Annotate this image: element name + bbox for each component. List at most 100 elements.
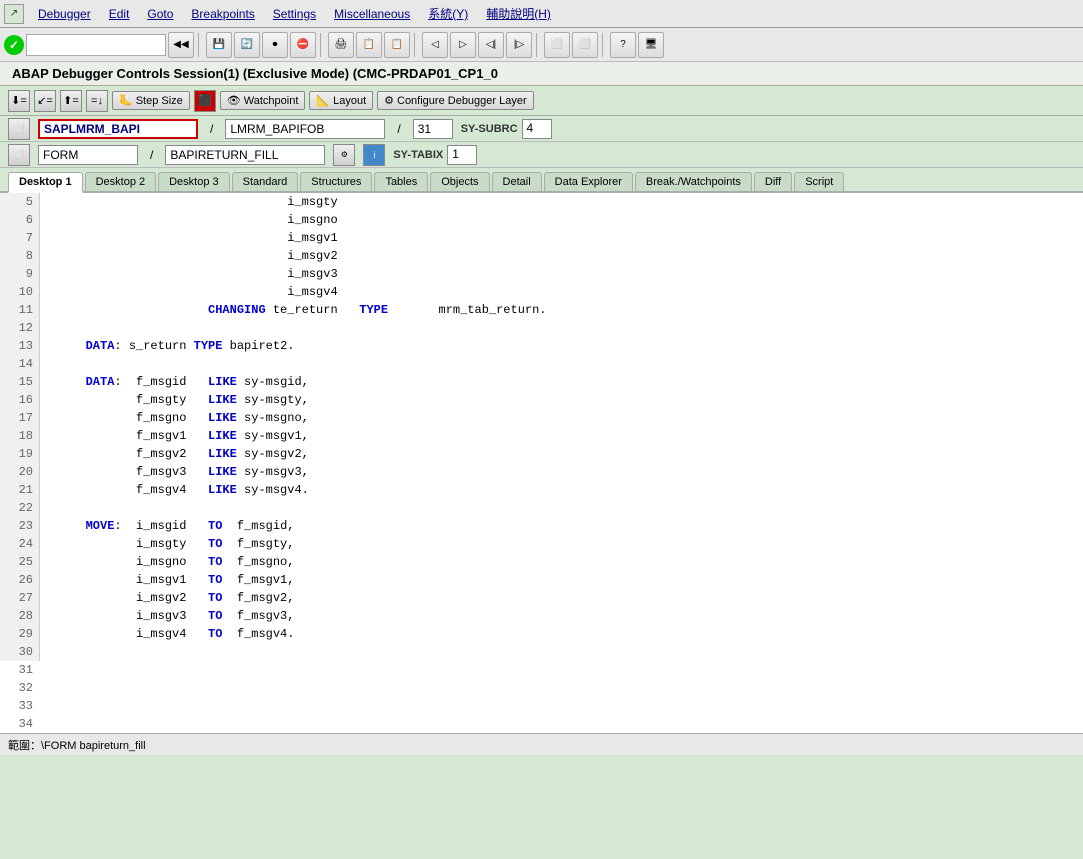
nav-btn4[interactable]: |▷ — [506, 32, 532, 58]
code-line-20: f_msgv3 LIKE sy-msgv3, — [48, 463, 1075, 481]
window-btn1[interactable]: ⬜ — [544, 32, 570, 58]
status-ok-icon: ✓ — [4, 35, 24, 55]
window-btn2[interactable]: ⬜ — [572, 32, 598, 58]
code-line-21: f_msgv4 LIKE sy-msgv4. — [48, 481, 1075, 499]
code-container: 1234567891011121314151617181920212223242… — [0, 193, 1083, 733]
program-field[interactable] — [38, 119, 198, 139]
menu-help[interactable]: 輔助說明(H) — [478, 3, 559, 24]
tab-detail[interactable]: Detail — [492, 172, 542, 191]
code-line-30 — [48, 643, 1075, 661]
code-line-9: i_msgv3 — [48, 265, 1075, 283]
tab-breakpoints[interactable]: Break./Watchpoints — [635, 172, 752, 191]
step-btn3[interactable]: ⬆= — [60, 90, 82, 112]
back-btn[interactable]: ◀◀ — [168, 32, 194, 58]
menu-breakpoints[interactable]: Breakpoints — [183, 5, 262, 23]
tab-structures[interactable]: Structures — [300, 172, 372, 191]
module-field[interactable] — [225, 119, 385, 139]
separator3 — [414, 33, 418, 57]
nav-btn1[interactable]: ◁ — [422, 32, 448, 58]
watchpoint-icon: 👁 — [227, 94, 241, 107]
tab-diff[interactable]: Diff — [754, 172, 792, 191]
code-line-22 — [48, 499, 1075, 517]
tab-objects[interactable]: Objects — [430, 172, 489, 191]
sy-tabix-field: SY-TABIX 1 — [393, 145, 477, 165]
tab-desktop2[interactable]: Desktop 2 — [85, 172, 157, 191]
stop-debug-btn[interactable]: ⬛ — [194, 90, 216, 112]
field-row-2: ⬜ / ⚙ i SY-TABIX 1 — [0, 142, 1083, 168]
tab-data-explorer[interactable]: Data Explorer — [544, 172, 633, 191]
menu-bar: ↗ Debugger Edit Goto Breakpoints Setting… — [0, 0, 1083, 28]
code-line-24: i_msgty TO f_msgty, — [48, 535, 1075, 553]
configure-btn[interactable]: ⚙ Configure Debugger Layer — [377, 91, 534, 110]
line-numbers: 1234567891011121314151617181920212223242… — [0, 193, 40, 661]
code-line-17: f_msgno LIKE sy-msgno, — [48, 409, 1075, 427]
sy-tabix-value: 1 — [447, 145, 477, 165]
code-line-12 — [48, 319, 1075, 337]
layout-label: Layout — [333, 95, 366, 107]
line-field[interactable] — [413, 119, 453, 139]
code-line-10: i_msgv4 — [48, 283, 1075, 301]
menu-system[interactable]: 系統(Y) — [420, 3, 476, 24]
code-line-13: DATA: s_return TYPE bapiret2. — [48, 337, 1075, 355]
save-btn[interactable]: 💾 — [206, 32, 232, 58]
code-line-27: i_msgv2 TO f_msgv2, — [48, 589, 1075, 607]
code-area[interactable]: 1234567891011121314151617181920212223242… — [0, 193, 1083, 733]
watchpoint-btn[interactable]: 👁 Watchpoint — [220, 91, 306, 110]
debug-toolbar: ⬇= ↙= ⬆= =↓ 🦶 Step Size ⬛ 👁 Watchpoint 📐… — [0, 86, 1083, 116]
code-line-25: i_msgno TO f_msgno, — [48, 553, 1075, 571]
session-header: ABAP Debugger Controls Session(1) (Exclu… — [0, 62, 1083, 86]
print-btn[interactable]: 🖨 — [328, 32, 354, 58]
step-btn4[interactable]: =↓ — [86, 90, 108, 112]
tab-tables[interactable]: Tables — [374, 172, 428, 191]
refresh-btn2[interactable]: ⏺ — [262, 32, 288, 58]
form-btn[interactable]: ⚙ — [333, 144, 355, 166]
sy-subrc-value: 4 — [522, 119, 552, 139]
nav-btn2[interactable]: ▷ — [450, 32, 476, 58]
field-icon1[interactable]: ⬜ — [8, 118, 30, 140]
code-line-23: MOVE: i_msgid TO f_msgid, — [48, 517, 1075, 535]
tab-desktop1[interactable]: Desktop 1 — [8, 172, 83, 193]
separator4 — [536, 33, 540, 57]
field-icon2[interactable]: ⬜ — [8, 144, 30, 166]
status-bar: 範圍：\FORM bapireturn_fill — [0, 733, 1083, 755]
layout-icon: 📐 — [316, 94, 330, 107]
step-size-icon: 🦶 — [119, 94, 133, 107]
step-size-btn[interactable]: 🦶 Step Size — [112, 91, 190, 110]
type-field[interactable] — [38, 145, 138, 165]
menu-edit[interactable]: Edit — [101, 5, 138, 23]
code-line-29: i_msgv4 TO f_msgv4. — [48, 625, 1075, 643]
nav-btn3[interactable]: ◁| — [478, 32, 504, 58]
stop-btn[interactable]: ⛔ — [290, 32, 316, 58]
copy-btn1[interactable]: 📋 — [356, 32, 382, 58]
menu-goto[interactable]: Goto — [139, 5, 181, 23]
info-btn[interactable]: i — [363, 144, 385, 166]
help-btn[interactable]: ? — [610, 32, 636, 58]
monitor-btn[interactable]: 🖥 — [638, 32, 664, 58]
menu-debugger[interactable]: Debugger — [30, 5, 99, 23]
code-line-26: i_msgv1 TO f_msgv1, — [48, 571, 1075, 589]
tab-desktop3[interactable]: Desktop 3 — [158, 172, 230, 191]
sy-subrc-label: SY-SUBRC — [461, 123, 518, 135]
name-field[interactable] — [165, 145, 325, 165]
tab-standard[interactable]: Standard — [232, 172, 299, 191]
code-line-8: i_msgv2 — [48, 247, 1075, 265]
slash3: / — [146, 148, 157, 162]
address-input[interactable] — [26, 34, 166, 56]
session-title: ABAP Debugger Controls Session(1) (Exclu… — [12, 66, 498, 81]
sy-tabix-label: SY-TABIX — [393, 149, 443, 161]
refresh-btn1[interactable]: 🔄 — [234, 32, 260, 58]
menu-settings[interactable]: Settings — [265, 5, 324, 23]
code-line-7: i_msgv1 — [48, 229, 1075, 247]
separator1 — [198, 33, 202, 57]
layout-btn[interactable]: 📐 Layout — [309, 91, 373, 110]
copy-btn2[interactable]: 📋 — [384, 32, 410, 58]
slash2: / — [393, 122, 404, 136]
tab-script[interactable]: Script — [794, 172, 844, 191]
code-line-5: i_msgty — [48, 193, 1075, 211]
menu-miscellaneous[interactable]: Miscellaneous — [326, 5, 418, 23]
step-size-label: Step Size — [136, 95, 183, 107]
step-btn1[interactable]: ⬇= — [8, 90, 30, 112]
toolbar: ✓ ◀◀ 💾 🔄 ⏺ ⛔ 🖨 📋 📋 ◁ ▷ ◁| |▷ ⬜ ⬜ ? 🖥 — [0, 28, 1083, 62]
separator2 — [320, 33, 324, 57]
step-btn2[interactable]: ↙= — [34, 90, 56, 112]
